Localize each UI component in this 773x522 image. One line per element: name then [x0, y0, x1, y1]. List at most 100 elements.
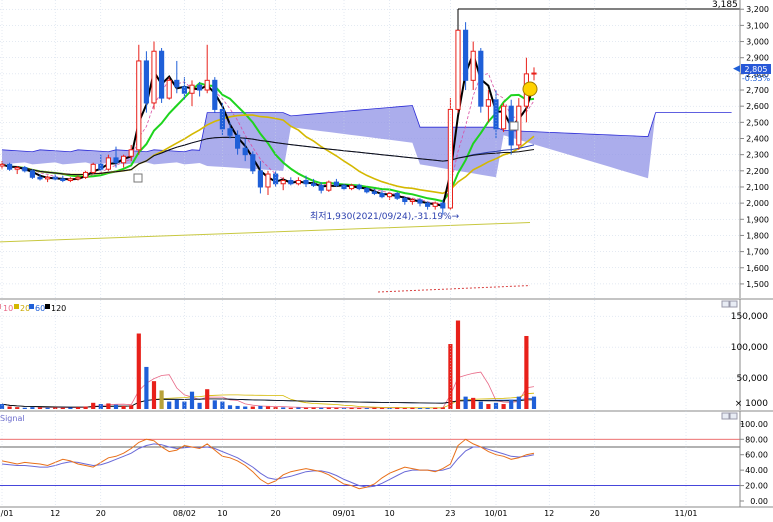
candle-body[interactable] [311, 183, 317, 186]
volume-bar[interactable] [91, 402, 96, 409]
volume-bar[interactable] [250, 406, 255, 409]
candle-body[interactable] [250, 154, 256, 172]
candle-body[interactable] [440, 202, 446, 209]
event-marker-icon[interactable] [133, 173, 143, 183]
volume-bar[interactable] [281, 407, 286, 409]
volume-bar[interactable] [212, 400, 217, 409]
candle-body[interactable] [212, 79, 218, 110]
candle-body[interactable] [151, 50, 157, 104]
volume-bar[interactable] [174, 399, 179, 409]
candle-body[interactable] [143, 60, 149, 104]
volume-bar[interactable] [37, 407, 43, 409]
candle-body[interactable] [197, 84, 203, 91]
volume-bar[interactable] [151, 381, 157, 409]
candle-body[interactable] [60, 178, 66, 182]
indicator-panel[interactable]: Signal [0, 410, 773, 490]
candle-body[interactable] [265, 173, 271, 188]
volume-bar[interactable] [463, 396, 468, 409]
candle-body[interactable] [204, 79, 210, 91]
candle-body[interactable] [288, 180, 294, 185]
volume-bar[interactable] [60, 407, 65, 409]
volume-bar[interactable] [425, 408, 430, 409]
candle-body[interactable] [219, 108, 225, 130]
volume-bar[interactable] [144, 366, 149, 409]
volume-bar[interactable] [516, 396, 521, 409]
volume-bar[interactable] [440, 407, 445, 409]
candle-body[interactable] [227, 128, 233, 136]
volume-bar[interactable] [417, 408, 423, 409]
volume-bar[interactable] [471, 397, 476, 409]
volume-bar[interactable] [235, 405, 240, 409]
candle-body[interactable] [455, 29, 461, 110]
candle-body[interactable] [303, 180, 309, 185]
candle-body[interactable] [136, 60, 142, 151]
candle-body[interactable] [75, 176, 81, 180]
candle-body[interactable] [371, 191, 377, 194]
volume-bar[interactable] [159, 390, 164, 409]
candle-body[interactable] [242, 147, 248, 156]
candle-body[interactable] [432, 202, 438, 207]
volume-bar[interactable] [478, 401, 483, 409]
candle-body[interactable] [29, 170, 35, 178]
volume-bar[interactable] [334, 407, 339, 409]
candle-body[interactable] [37, 176, 43, 180]
candle-body[interactable] [83, 171, 89, 178]
volume-bar[interactable] [45, 407, 50, 409]
volume-bar[interactable] [243, 406, 248, 409]
panel-maximize-button[interactable] [729, 300, 738, 308]
candle-body[interactable] [113, 157, 119, 164]
volume-bar[interactable] [258, 405, 263, 409]
candle-body[interactable] [273, 173, 279, 185]
volume-bar[interactable] [83, 406, 88, 409]
candle-body[interactable] [470, 50, 476, 81]
candle-body[interactable] [485, 99, 491, 107]
candle-body[interactable] [295, 180, 301, 185]
volume-bar[interactable] [410, 407, 415, 409]
volume-bar[interactable] [524, 335, 529, 409]
candle-body[interactable] [379, 192, 385, 198]
candle-body[interactable] [478, 50, 484, 107]
price-panel[interactable]: 3,185 최저1,930(2021/09/24),-31.19%→ [0, 0, 740, 298]
candle-body[interactable] [14, 167, 20, 170]
candle-body[interactable] [105, 157, 111, 170]
candle-body[interactable] [364, 188, 370, 193]
volume-bar[interactable] [189, 391, 195, 409]
candle-body[interactable] [333, 181, 339, 186]
candle-body[interactable] [174, 79, 180, 88]
volume-bar[interactable] [7, 406, 12, 409]
volume-bar[interactable] [349, 407, 354, 409]
volume-bar[interactable] [311, 407, 316, 409]
candle-body[interactable] [257, 170, 263, 188]
volume-bar[interactable] [357, 408, 362, 409]
volume-bar[interactable] [531, 396, 537, 409]
event-marker-icon[interactable] [509, 121, 519, 131]
volume-panel[interactable]: 10 20 60 120 [0, 298, 773, 409]
panel-minimize-button[interactable] [721, 300, 730, 308]
candle-body[interactable] [159, 50, 165, 99]
volume-bar[interactable] [364, 408, 369, 409]
panel-maximize-button[interactable] [729, 412, 738, 420]
candle-body[interactable] [417, 199, 423, 204]
volume-bar[interactable] [15, 407, 20, 409]
candle-body[interactable] [463, 29, 469, 81]
volume-bar[interactable] [75, 407, 81, 409]
candle-body[interactable] [22, 167, 28, 172]
chart-canvas[interactable]: 3,185 최저1,930(2021/09/24),-31.19%→ 3,200… [0, 0, 773, 518]
volume-bar[interactable] [372, 407, 377, 409]
candle-body[interactable] [189, 84, 195, 94]
volume-bar[interactable] [296, 407, 301, 409]
volume-bar[interactable] [265, 406, 271, 409]
panel-minimize-button[interactable] [721, 412, 730, 420]
volume-bar[interactable] [106, 403, 111, 409]
volume-bar[interactable] [402, 408, 407, 409]
candle-body[interactable] [326, 181, 332, 191]
volume-bar[interactable] [486, 404, 491, 409]
volume-bar[interactable] [30, 407, 35, 409]
candle-body[interactable] [121, 155, 127, 164]
candle-body[interactable] [447, 108, 453, 209]
volume-bar[interactable] [326, 407, 331, 409]
candle-body[interactable] [128, 149, 134, 157]
volume-bar[interactable] [22, 407, 27, 409]
candle-body[interactable] [235, 134, 241, 149]
volume-bar[interactable] [197, 402, 202, 409]
